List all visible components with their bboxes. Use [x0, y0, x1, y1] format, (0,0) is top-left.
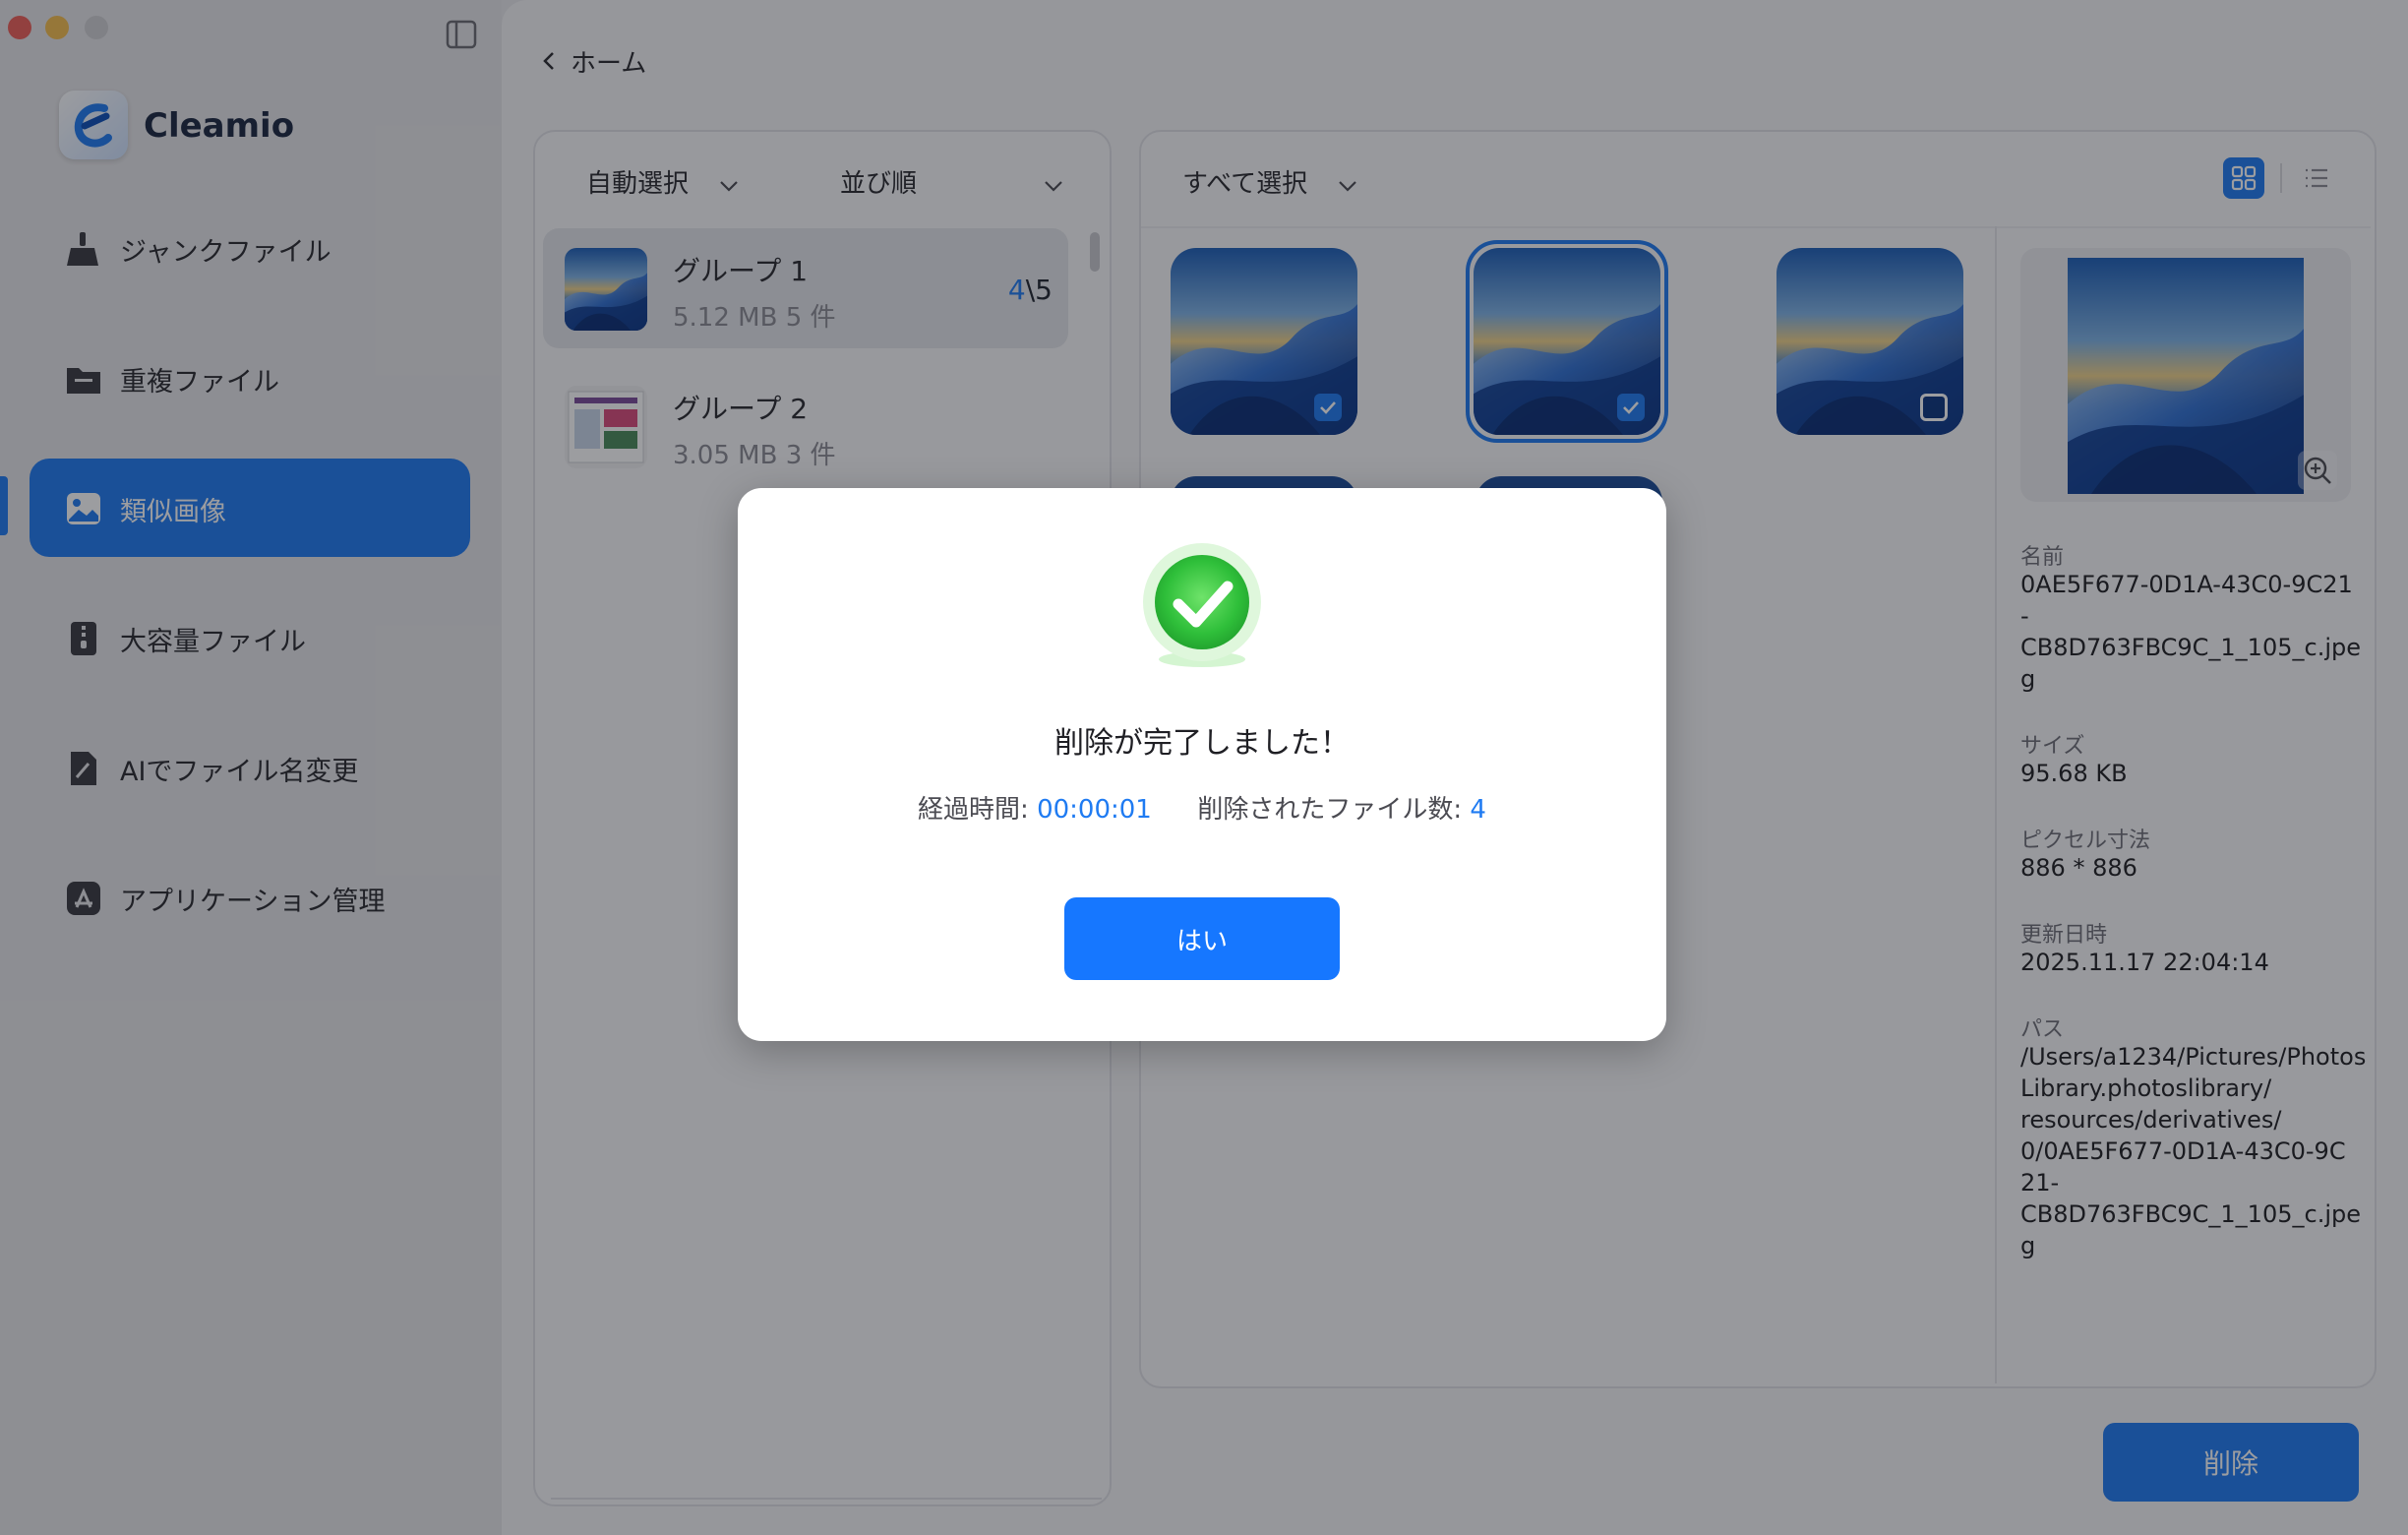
deleted-count-value: 4 [1470, 795, 1486, 825]
success-check-icon [1135, 539, 1269, 673]
dialog-stats: 経過時間: 00:00:01 削除されたファイル数: 4 [738, 789, 1666, 826]
elapsed-value: 00:00:01 [1037, 795, 1152, 825]
deleted-count-label: 削除されたファイル数: [1197, 795, 1463, 825]
ok-button[interactable]: はい [1064, 897, 1340, 980]
elapsed-label: 経過時間: [918, 795, 1029, 825]
dialog-title: 削除が完了しました！ [1054, 726, 1350, 761]
completion-dialog: 削除が完了しました！ 経過時間: 00:00:01 削除されたファイル数: 4 … [738, 488, 1666, 1041]
